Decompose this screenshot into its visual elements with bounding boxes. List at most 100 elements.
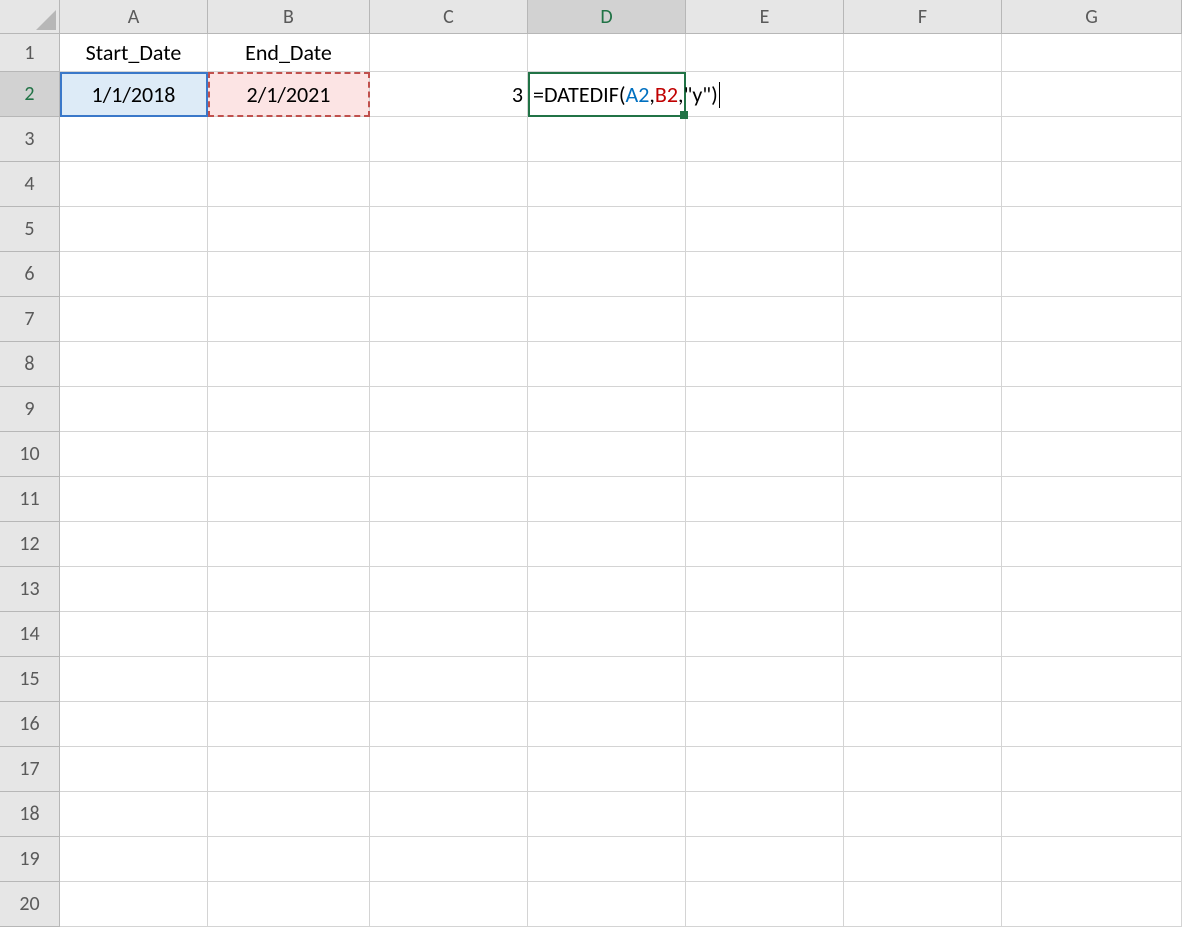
cell-E20[interactable] [686, 882, 844, 927]
cell-G10[interactable] [1002, 432, 1182, 477]
cell-C5[interactable] [370, 207, 528, 252]
cell-E18[interactable] [686, 792, 844, 837]
cell-F1[interactable] [844, 34, 1002, 72]
cell-E13[interactable] [686, 567, 844, 612]
cell-D20[interactable] [528, 882, 686, 927]
cell-D14[interactable] [528, 612, 686, 657]
cell-G20[interactable] [1002, 882, 1182, 927]
cell-B4[interactable] [208, 162, 370, 207]
cell-C6[interactable] [370, 252, 528, 297]
cell-G12[interactable] [1002, 522, 1182, 567]
cell-B20[interactable] [208, 882, 370, 927]
column-header-A[interactable]: A [60, 0, 208, 34]
cell-E12[interactable] [686, 522, 844, 567]
cell-B5[interactable] [208, 207, 370, 252]
row-header-14[interactable]: 14 [0, 612, 60, 657]
row-header-12[interactable]: 12 [0, 522, 60, 567]
cell-D3[interactable] [528, 117, 686, 162]
row-header-10[interactable]: 10 [0, 432, 60, 477]
cell-C20[interactable] [370, 882, 528, 927]
cell-A11[interactable] [60, 477, 208, 522]
cell-D13[interactable] [528, 567, 686, 612]
cell-F13[interactable] [844, 567, 1002, 612]
row-header-11[interactable]: 11 [0, 477, 60, 522]
cell-A2[interactable]: 1/1/2018 [60, 72, 208, 117]
cell-F10[interactable] [844, 432, 1002, 477]
cell-F9[interactable] [844, 387, 1002, 432]
cell-A20[interactable] [60, 882, 208, 927]
row-header-20[interactable]: 20 [0, 882, 60, 927]
cell-C16[interactable] [370, 702, 528, 747]
cell-C8[interactable] [370, 342, 528, 387]
cell-G17[interactable] [1002, 747, 1182, 792]
cell-C2[interactable]: 3 [370, 72, 528, 117]
cell-G9[interactable] [1002, 387, 1182, 432]
cell-G4[interactable] [1002, 162, 1182, 207]
cell-C9[interactable] [370, 387, 528, 432]
cell-D9[interactable] [528, 387, 686, 432]
cell-F7[interactable] [844, 297, 1002, 342]
row-header-4[interactable]: 4 [0, 162, 60, 207]
cell-F16[interactable] [844, 702, 1002, 747]
cell-G7[interactable] [1002, 297, 1182, 342]
cell-C17[interactable] [370, 747, 528, 792]
row-header-18[interactable]: 18 [0, 792, 60, 837]
cell-F20[interactable] [844, 882, 1002, 927]
column-header-C[interactable]: C [370, 0, 528, 34]
cell-A3[interactable] [60, 117, 208, 162]
cell-C14[interactable] [370, 612, 528, 657]
cell-D8[interactable] [528, 342, 686, 387]
cell-A4[interactable] [60, 162, 208, 207]
cell-B12[interactable] [208, 522, 370, 567]
cell-E5[interactable] [686, 207, 844, 252]
cell-G13[interactable] [1002, 567, 1182, 612]
cell-F15[interactable] [844, 657, 1002, 702]
cell-A7[interactable] [60, 297, 208, 342]
cell-G11[interactable] [1002, 477, 1182, 522]
column-header-F[interactable]: F [844, 0, 1002, 34]
row-header-9[interactable]: 9 [0, 387, 60, 432]
cell-C15[interactable] [370, 657, 528, 702]
cell-B15[interactable] [208, 657, 370, 702]
cell-E3[interactable] [686, 117, 844, 162]
column-header-B[interactable]: B [208, 0, 370, 34]
row-header-16[interactable]: 16 [0, 702, 60, 747]
cell-A19[interactable] [60, 837, 208, 882]
cell-B2[interactable]: 2/1/2021 [208, 72, 370, 117]
cell-G16[interactable] [1002, 702, 1182, 747]
cell-E7[interactable] [686, 297, 844, 342]
cell-A12[interactable] [60, 522, 208, 567]
cell-B9[interactable] [208, 387, 370, 432]
cell-F8[interactable] [844, 342, 1002, 387]
row-header-2[interactable]: 2 [0, 72, 60, 117]
cell-D17[interactable] [528, 747, 686, 792]
cell-C10[interactable] [370, 432, 528, 477]
cell-B6[interactable] [208, 252, 370, 297]
cell-G1[interactable] [1002, 34, 1182, 72]
row-header-19[interactable]: 19 [0, 837, 60, 882]
cell-B19[interactable] [208, 837, 370, 882]
cell-C4[interactable] [370, 162, 528, 207]
cell-A14[interactable] [60, 612, 208, 657]
cell-F19[interactable] [844, 837, 1002, 882]
cell-A18[interactable] [60, 792, 208, 837]
cell-C13[interactable] [370, 567, 528, 612]
cell-E11[interactable] [686, 477, 844, 522]
cell-D7[interactable] [528, 297, 686, 342]
cell-G15[interactable] [1002, 657, 1182, 702]
cell-grid[interactable]: Start_DateEnd_Date1/1/20182/1/20213=DATE… [60, 34, 1182, 927]
cell-G19[interactable] [1002, 837, 1182, 882]
column-header-G[interactable]: G [1002, 0, 1182, 34]
cell-B14[interactable] [208, 612, 370, 657]
cell-D18[interactable] [528, 792, 686, 837]
cell-F3[interactable] [844, 117, 1002, 162]
cell-D10[interactable] [528, 432, 686, 477]
cell-E1[interactable] [686, 34, 844, 72]
row-header-8[interactable]: 8 [0, 342, 60, 387]
column-header-D[interactable]: D [528, 0, 686, 34]
cell-G8[interactable] [1002, 342, 1182, 387]
cell-D12[interactable] [528, 522, 686, 567]
cell-G14[interactable] [1002, 612, 1182, 657]
cell-E16[interactable] [686, 702, 844, 747]
cell-B18[interactable] [208, 792, 370, 837]
